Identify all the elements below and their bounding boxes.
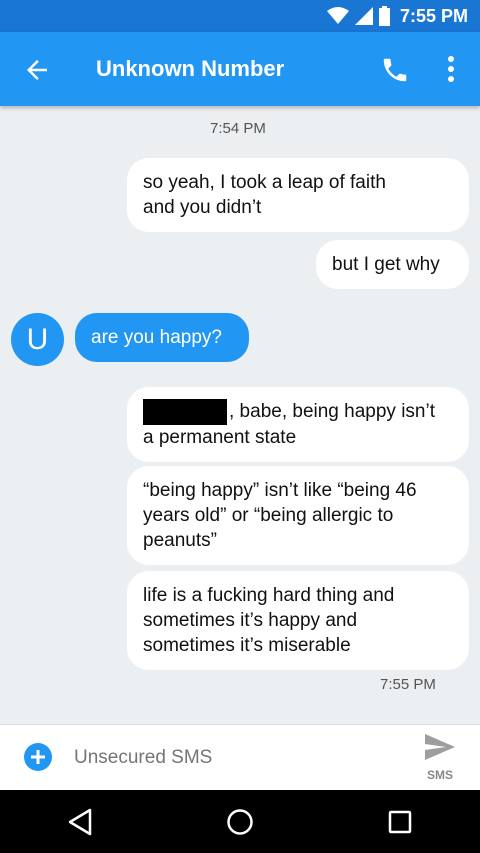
message-line: a permanent state [143, 427, 297, 448]
message-line: and you didn’t [143, 197, 262, 218]
message-line: but I get why [332, 254, 440, 275]
battery-icon [378, 6, 390, 26]
nav-back-button[interactable] [60, 802, 100, 842]
triangle-back-icon [68, 808, 92, 835]
wifi-icon [326, 7, 349, 24]
nav-home-button[interactable] [220, 802, 260, 842]
message-line: years old” or “being allergic to [143, 505, 394, 526]
message-line: so yeah, I took a leap of faith [143, 172, 386, 193]
send-label: SMS [426, 768, 453, 782]
status-time: 7:55 PM [399, 5, 468, 26]
message-line: , babe, being happy isn’t [143, 399, 453, 425]
message-line-text: , babe, being happy isn’t [229, 401, 435, 423]
message-bubble-outgoing[interactable]: but I get why [316, 240, 469, 289]
message-line: peanuts” [143, 530, 217, 551]
square-recents-icon [388, 810, 412, 833]
compose-bar: SMS [0, 724, 480, 790]
message-line: sometimes it’s happy and [143, 610, 358, 631]
app-bar: Unknown Number [0, 32, 480, 106]
send-button[interactable]: SMS [418, 733, 462, 785]
message-bubble-outgoing[interactable]: , babe, being happy isn’t a permanent st… [127, 387, 469, 462]
send-icon [425, 734, 455, 760]
nav-recents-button[interactable] [380, 802, 420, 842]
phone-call-icon[interactable] [380, 55, 410, 85]
status-bar: 7:55 PM [0, 0, 480, 32]
message-list[interactable]: 7:54 PM so yeah, I took a leap of faith … [0, 106, 480, 724]
contact-avatar[interactable]: U [11, 313, 64, 366]
timestamp-bottom: 7:55 PM [380, 676, 436, 693]
circle-home-icon [227, 808, 253, 835]
signal-icon [354, 7, 373, 25]
add-attachment-icon[interactable] [24, 743, 52, 771]
message-line: life is a fucking hard thing and [143, 585, 395, 606]
message-bubble-outgoing[interactable]: “being happy” isn’t like “being 46 years… [127, 466, 469, 565]
system-nav-bar [0, 790, 480, 853]
message-line: “being happy” isn’t like “being 46 [143, 480, 417, 501]
conversation-title: Unknown Number [96, 56, 285, 81]
message-bubble-outgoing[interactable]: so yeah, I took a leap of faith and you … [127, 158, 469, 232]
redaction-box [143, 399, 227, 425]
message-line: are you happy? [91, 327, 222, 348]
message-input[interactable] [74, 743, 394, 773]
message-bubble-incoming[interactable]: are you happy? [75, 313, 249, 362]
message-bubble-outgoing[interactable]: life is a fucking hard thing and sometim… [127, 571, 469, 670]
message-line: sometimes it’s miserable [143, 635, 351, 656]
back-arrow-icon[interactable] [22, 55, 52, 85]
status-icons [326, 6, 390, 26]
timestamp-top: 7:54 PM [210, 120, 266, 137]
more-options-icon[interactable] [440, 54, 462, 84]
